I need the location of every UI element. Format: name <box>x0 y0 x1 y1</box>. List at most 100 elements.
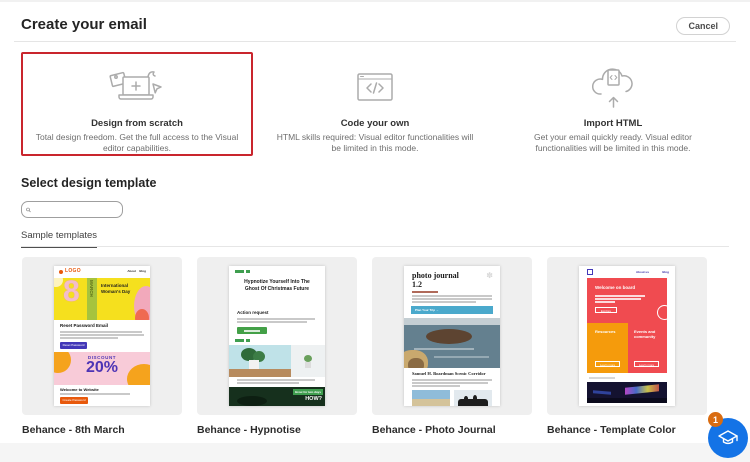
placeholder-text-line <box>237 321 307 323</box>
template-name: Behance - 8th March <box>22 424 182 436</box>
thumb-orange-block: Resources Learn more <box>587 323 628 373</box>
stage-floor <box>587 398 667 403</box>
placeholder-text-line <box>412 382 488 384</box>
option-description: Get your email quickly ready. Visual edi… <box>509 132 717 154</box>
wave-foam <box>414 348 474 350</box>
template-card-photo-journal[interactable]: photo journal 1.2 ✽ Plan Your Trip → Sam… <box>372 257 532 436</box>
thumb-explore-button: Explore <box>595 307 617 313</box>
island <box>426 329 472 344</box>
thumb-title: photo journal 1.2 <box>412 271 460 289</box>
template-thumbnail-photo-journal: photo journal 1.2 ✽ Plan Your Trip → Sam… <box>404 266 500 406</box>
thumb-subheading: Action request <box>237 310 269 315</box>
placeholder-button-label <box>244 330 260 332</box>
option-title: Code your own <box>341 118 410 129</box>
plant-pot <box>305 362 311 368</box>
placeholder-text-line <box>60 331 142 333</box>
thumb-red-block: Welcome on board Explore Resources Learn… <box>587 278 667 373</box>
thumb-big-8: 8 <box>63 278 80 309</box>
template-thumbnail-frame: LOGO About Blog 8 MARCH International Wo… <box>22 257 182 415</box>
graduation-cap-icon <box>717 428 739 448</box>
page-title: Create your email <box>21 16 147 33</box>
silhouettes <box>473 395 477 401</box>
thumb-section-title: Reset Password Email <box>60 323 108 328</box>
placeholder-text-line <box>412 291 438 293</box>
decorative-tag <box>235 339 244 342</box>
placeholder-text-line <box>412 301 476 303</box>
option-code-your-own[interactable]: Code your own HTML skills required: Visu… <box>259 52 491 156</box>
thumb-march-band: MARCH <box>87 278 97 320</box>
template-thumbnail-frame: About us Blog Welcome on board Explore R… <box>547 257 707 415</box>
thumb-learn-more-button: Learn more <box>595 361 620 367</box>
placeholder-text-line <box>412 295 492 297</box>
template-grid: LOGO About Blog 8 MARCH International Wo… <box>22 257 707 436</box>
thumb-nav-about: About us <box>636 270 649 274</box>
thumb-logo-square <box>587 269 593 275</box>
cloud-upload-icon <box>588 62 638 114</box>
decorative-tag <box>235 270 244 273</box>
tabs-divider <box>21 246 729 247</box>
placeholder-text-line <box>595 298 641 300</box>
template-thumbnail-hypnotise: Hypnotize Yourself Into The Ghost Of Chr… <box>229 266 325 406</box>
neon-streak <box>593 390 611 395</box>
cancel-button[interactable]: Cancel <box>676 17 730 35</box>
template-card-hypnotise[interactable]: Hypnotize Yourself Into The Ghost Of Chr… <box>197 257 357 436</box>
thumb-reset-button: Reset Password <box>60 342 87 349</box>
template-name: Behance - Photo Journal <box>372 424 532 436</box>
bottom-strip <box>0 443 750 462</box>
option-description: HTML skills required: Visual editor func… <box>271 132 479 154</box>
thumb-article-title: Samuel H. Boardman Scenic Corridor <box>412 371 494 376</box>
option-title: Import HTML <box>584 118 643 129</box>
code-window-icon <box>353 62 397 114</box>
thumb-beach-photo <box>412 390 450 406</box>
thumb-green-button <box>237 327 267 334</box>
placeholder-text-line <box>60 393 130 395</box>
thumb-plant-photo <box>229 345 291 377</box>
template-thumbnail-template-color: About us Blog Welcome on board Explore R… <box>579 266 675 406</box>
placeholder-text-line <box>412 385 460 387</box>
template-card-8th-march[interactable]: LOGO About Blog 8 MARCH International Wo… <box>22 257 182 436</box>
assistant-button[interactable]: 1 <box>708 418 748 458</box>
search-input[interactable] <box>34 204 118 216</box>
thumb-welcome-title: Welcome on board <box>595 285 635 290</box>
template-search[interactable] <box>21 201 123 218</box>
flower-doodle-icon: ✽ <box>486 271 493 280</box>
decorative-tag <box>246 339 250 342</box>
option-import-html[interactable]: Import HTML Get your email quickly ready… <box>497 52 729 156</box>
clock-doodle-icon <box>657 305 667 320</box>
thumb-ocean-photo <box>404 318 500 368</box>
thumb-concert-photo <box>587 382 667 403</box>
template-thumbnail-frame: photo journal 1.2 ✽ Plan Your Trip → Sam… <box>372 257 532 415</box>
thumb-headline: Hypnotize Yourself Into The Ghost Of Chr… <box>239 279 315 293</box>
wood-table <box>229 369 291 377</box>
creation-options: Design from scratch Total design freedom… <box>21 52 729 156</box>
option-design-from-scratch[interactable]: Design from scratch Total design freedom… <box>21 52 253 156</box>
thumb-resources-title: Resources <box>595 329 615 334</box>
thumb-headline: International Woman's Day <box>101 283 133 295</box>
thumb-nav-blog: Blog <box>139 269 146 273</box>
thumb-cta-bar: Plan Your Trip → <box>411 306 493 314</box>
placeholder-text-line <box>237 318 315 320</box>
template-card-template-color[interactable]: About us Blog Welcome on board Explore R… <box>547 257 707 436</box>
option-description: Total design freedom. Get the full acces… <box>33 132 241 154</box>
thumb-create-button: Create Password <box>60 397 88 404</box>
thumb-discount-value: 20% <box>54 359 150 377</box>
silhouettes <box>464 396 468 401</box>
thumb-question: HOW? <box>305 396 322 402</box>
search-icon <box>26 205 31 215</box>
template-thumbnail-frame: Hypnotize Yourself Into The Ghost Of Chr… <box>197 257 357 415</box>
thumb-march-label: MARCH <box>89 280 94 297</box>
neon-streak <box>625 384 659 395</box>
thumb-badge: Grow for two days <box>293 389 323 395</box>
placeholder-text-line <box>237 379 315 381</box>
thumb-welcome-title: Welcome to Website <box>60 387 99 392</box>
thumb-nav-blog: Blog <box>662 270 669 274</box>
thumb-silhouette-photo <box>454 390 492 406</box>
plant-foliage <box>304 355 312 362</box>
decorative-shape <box>135 309 149 320</box>
template-thumbnail-8th-march: LOGO About Blog 8 MARCH International Wo… <box>54 266 150 406</box>
placeholder-text-line <box>589 377 615 379</box>
thumb-logo-dot <box>59 270 63 274</box>
thumb-events-title: Events and community <box>634 329 662 339</box>
placeholder-text-line <box>595 301 615 303</box>
thumb-bottom-photo: Grow for two days HOW? <box>229 387 325 406</box>
